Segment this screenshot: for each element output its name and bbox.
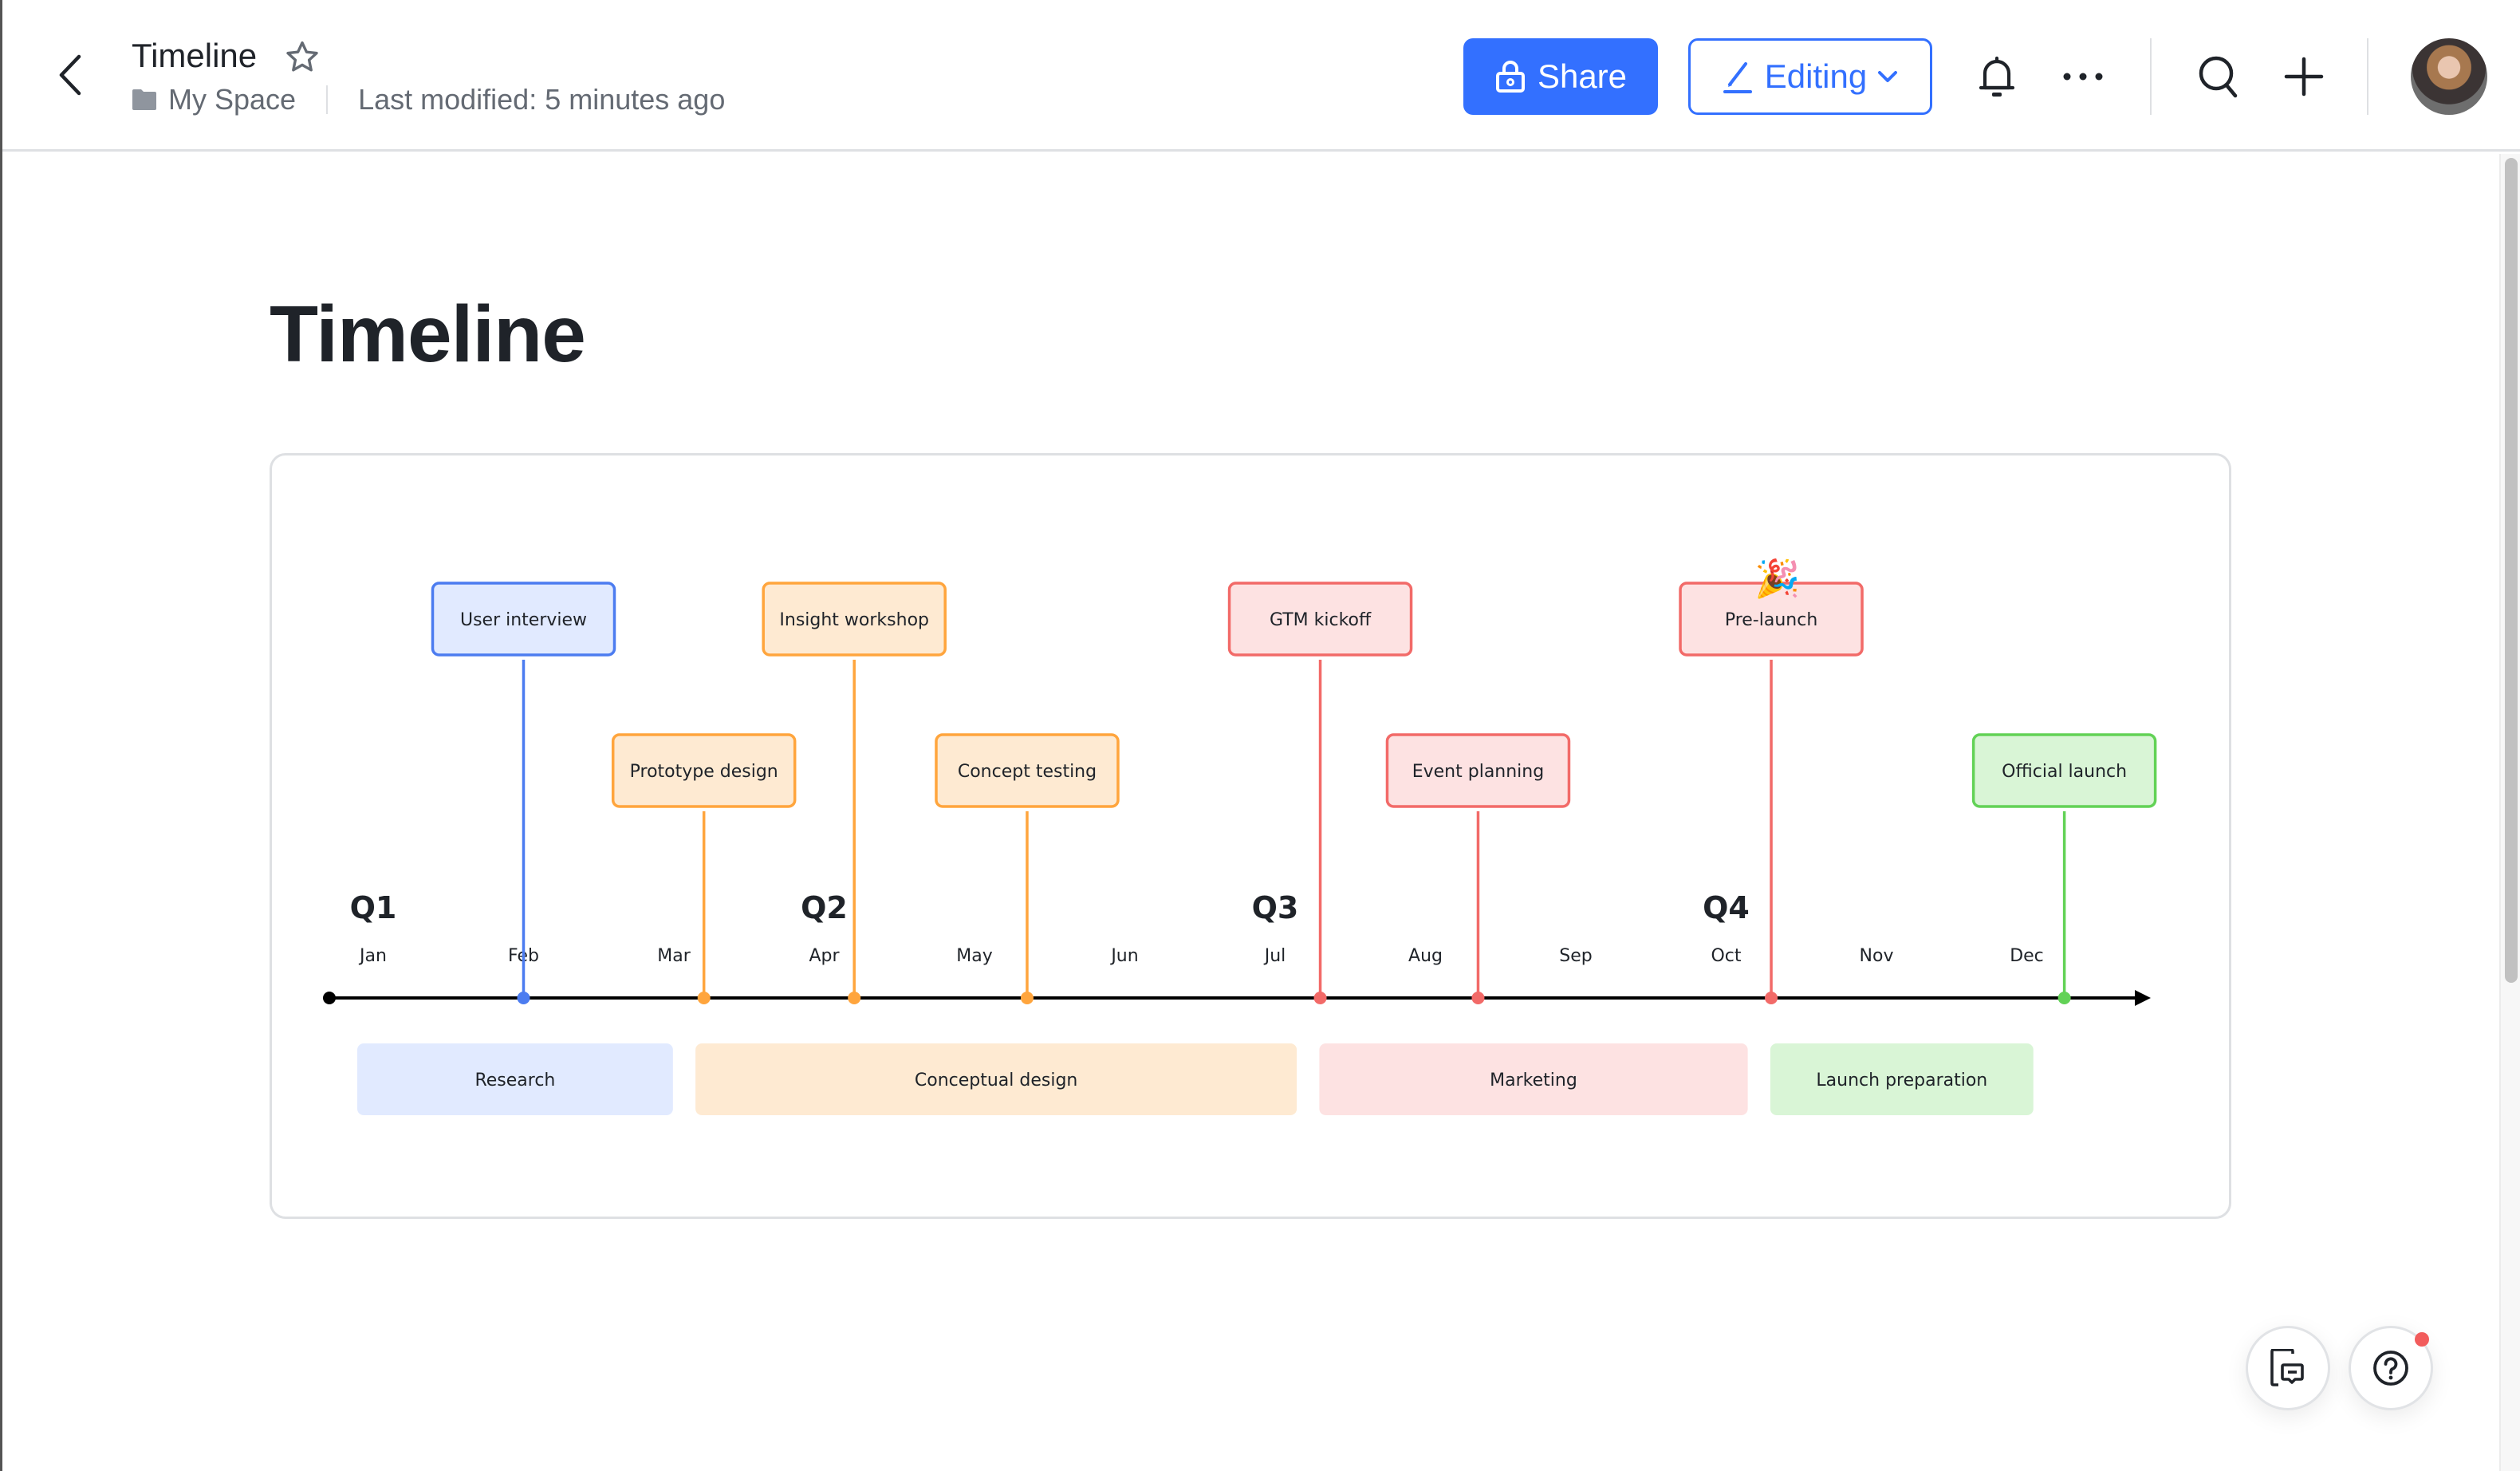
- milestone-label: Official launch: [2002, 762, 2127, 782]
- chevron-down-icon: [1878, 71, 1898, 82]
- month-label: Mar: [657, 946, 691, 966]
- month-label: Dec: [2010, 946, 2044, 966]
- milestone-dot: [1313, 992, 1327, 1004]
- chevron-left-icon: [59, 54, 81, 96]
- lock-icon: [1495, 61, 1525, 93]
- window-edge: [0, 0, 2, 1471]
- more-options-button[interactable]: [2054, 48, 2112, 105]
- milestone-dot: [848, 992, 861, 1004]
- milestone-label: User interview: [460, 610, 587, 630]
- share-button[interactable]: Share: [1463, 38, 1658, 115]
- milestone-dot: [1765, 992, 1778, 1004]
- month-label: Oct: [1711, 946, 1741, 966]
- milestone-dot: [697, 992, 711, 1004]
- star-icon: [286, 41, 318, 72]
- month-label: Sep: [1559, 946, 1592, 966]
- month-label: Jan: [358, 946, 387, 966]
- quarter-label: Q3: [1252, 890, 1299, 925]
- month-label: Apr: [809, 946, 840, 966]
- breadcrumb: My Space Last modified: 5 minutes ago: [132, 83, 725, 116]
- timeline-card[interactable]: Q1Q2Q3Q4JanFebMarAprMayJunJulAugSepOctNo…: [270, 453, 2231, 1219]
- header-divider: [2367, 38, 2368, 115]
- document-title[interactable]: Timeline: [132, 37, 257, 75]
- pencil-icon: [1723, 62, 1752, 93]
- phase-label: Conceptual design: [915, 1071, 1078, 1090]
- phase-label: Launch preparation: [1816, 1071, 1987, 1090]
- milestone-dot: [2057, 992, 2071, 1004]
- page-title: Timeline: [270, 290, 586, 379]
- add-button[interactable]: [2275, 48, 2333, 105]
- editing-label: Editing: [1764, 57, 1868, 95]
- share-label: Share: [1537, 57, 1628, 95]
- comments-panel-button[interactable]: [2246, 1326, 2330, 1410]
- back-button[interactable]: [50, 51, 90, 99]
- phase-label: Research: [474, 1071, 555, 1090]
- editing-mode-dropdown[interactable]: Editing: [1688, 38, 1932, 115]
- folder-icon: [132, 89, 156, 110]
- top-header: Timeline My Space Last modified: 5 minut…: [2, 0, 2520, 152]
- milestone-label: Prototype design: [630, 762, 778, 782]
- milestone-label: GTM kickoff: [1270, 610, 1372, 630]
- party-popper-icon: 🎉: [1754, 558, 1800, 601]
- timeline-diagram: Q1Q2Q3Q4JanFebMarAprMayJunJulAugSepOctNo…: [323, 558, 2157, 1115]
- search-button[interactable]: [2190, 48, 2247, 105]
- quarter-label: Q2: [801, 890, 848, 925]
- plus-icon: [2284, 57, 2324, 97]
- month-label: May: [956, 946, 992, 966]
- milestone-dot: [517, 992, 530, 1004]
- bell-icon: [1979, 56, 2015, 97]
- milestone-label: Insight workshop: [779, 610, 929, 630]
- milestone-dot: [1471, 992, 1485, 1004]
- milestone-label: Pre-launch: [1725, 610, 1817, 630]
- month-label: Jun: [1109, 946, 1138, 966]
- favorite-button[interactable]: [283, 38, 321, 77]
- month-label: Jul: [1263, 946, 1286, 966]
- document-comment-icon: [2270, 1349, 2304, 1386]
- notification-dot: [2415, 1332, 2429, 1347]
- milestone-dot: [1020, 992, 1034, 1004]
- notifications-button[interactable]: [1968, 48, 2026, 105]
- search-icon: [2199, 56, 2238, 98]
- vertical-scrollbar-thumb[interactable]: [2505, 158, 2518, 983]
- ellipsis-icon: [2063, 73, 2103, 81]
- quarter-label: Q1: [350, 890, 397, 925]
- milestone-label: Event planning: [1412, 762, 1544, 782]
- last-modified-text: Last modified: 5 minutes ago: [358, 83, 726, 116]
- question-circle-icon: [2373, 1351, 2408, 1386]
- header-divider: [2150, 38, 2152, 115]
- month-label: Nov: [1860, 946, 1894, 966]
- user-avatar[interactable]: [2411, 38, 2487, 115]
- phase-label: Marketing: [1490, 1071, 1577, 1090]
- milestone-label: Concept testing: [958, 762, 1097, 782]
- month-label: Aug: [1408, 946, 1443, 966]
- breadcrumb-divider: [326, 85, 329, 114]
- location-link[interactable]: My Space: [168, 83, 296, 116]
- axis-start-dot: [323, 992, 336, 1004]
- quarter-label: Q4: [1703, 890, 1750, 925]
- axis-arrow-icon: [2135, 990, 2151, 1006]
